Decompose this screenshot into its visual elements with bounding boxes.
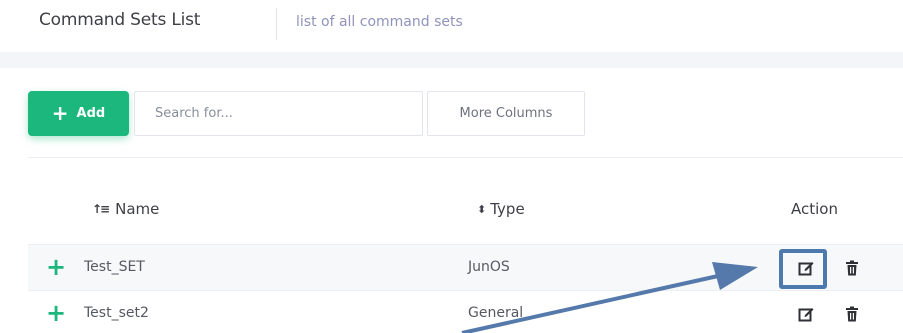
plus-icon: + [51, 100, 69, 125]
column-header-name[interactable]: ↑≡ Name [92, 200, 159, 218]
page-title: Command Sets List [39, 10, 201, 30]
trash-icon-svg [846, 306, 858, 322]
header-separator [276, 8, 277, 40]
cell-name: Test_SET [84, 259, 145, 275]
more-columns-button[interactable]: More Columns [427, 91, 585, 136]
column-header-name-label: Name [115, 200, 160, 218]
panel-gap [0, 52, 903, 68]
more-columns-label: More Columns [459, 106, 553, 121]
column-header-action: Action [791, 200, 838, 218]
column-header-action-label: Action [791, 200, 838, 218]
toolbar-divider [28, 157, 903, 158]
cell-type: JunOS [468, 259, 510, 275]
page-subtitle: list of all command sets [296, 14, 463, 30]
table-row: + Test_SET JunOS [28, 244, 903, 290]
edit-icon-svg [798, 308, 814, 322]
edit-icon[interactable] [794, 257, 818, 279]
trash-icon[interactable] [840, 257, 864, 279]
page-header: Command Sets List list of all command se… [0, 0, 903, 52]
trash-icon[interactable] [840, 303, 864, 325]
edit-icon-svg [798, 262, 814, 276]
expand-row-icon[interactable]: + [46, 301, 66, 325]
edit-icon[interactable] [794, 303, 818, 325]
column-header-type-label: Type [490, 200, 525, 218]
column-header-type[interactable]: ⬍ Type [477, 200, 525, 218]
page: Command Sets List list of all command se… [0, 0, 903, 333]
cell-type: General [468, 305, 524, 321]
add-button[interactable]: + Add [28, 91, 129, 136]
add-button-label: Add [76, 106, 106, 121]
sort-icon: ⬍ [477, 202, 487, 216]
trash-icon-svg [846, 260, 858, 276]
search-input[interactable] [134, 91, 423, 136]
expand-row-icon[interactable]: + [46, 255, 66, 279]
cell-name: Test_set2 [84, 305, 149, 321]
sort-ascending-icon: ↑≡ [92, 202, 110, 216]
table-row: + Test_set2 General [28, 290, 903, 333]
